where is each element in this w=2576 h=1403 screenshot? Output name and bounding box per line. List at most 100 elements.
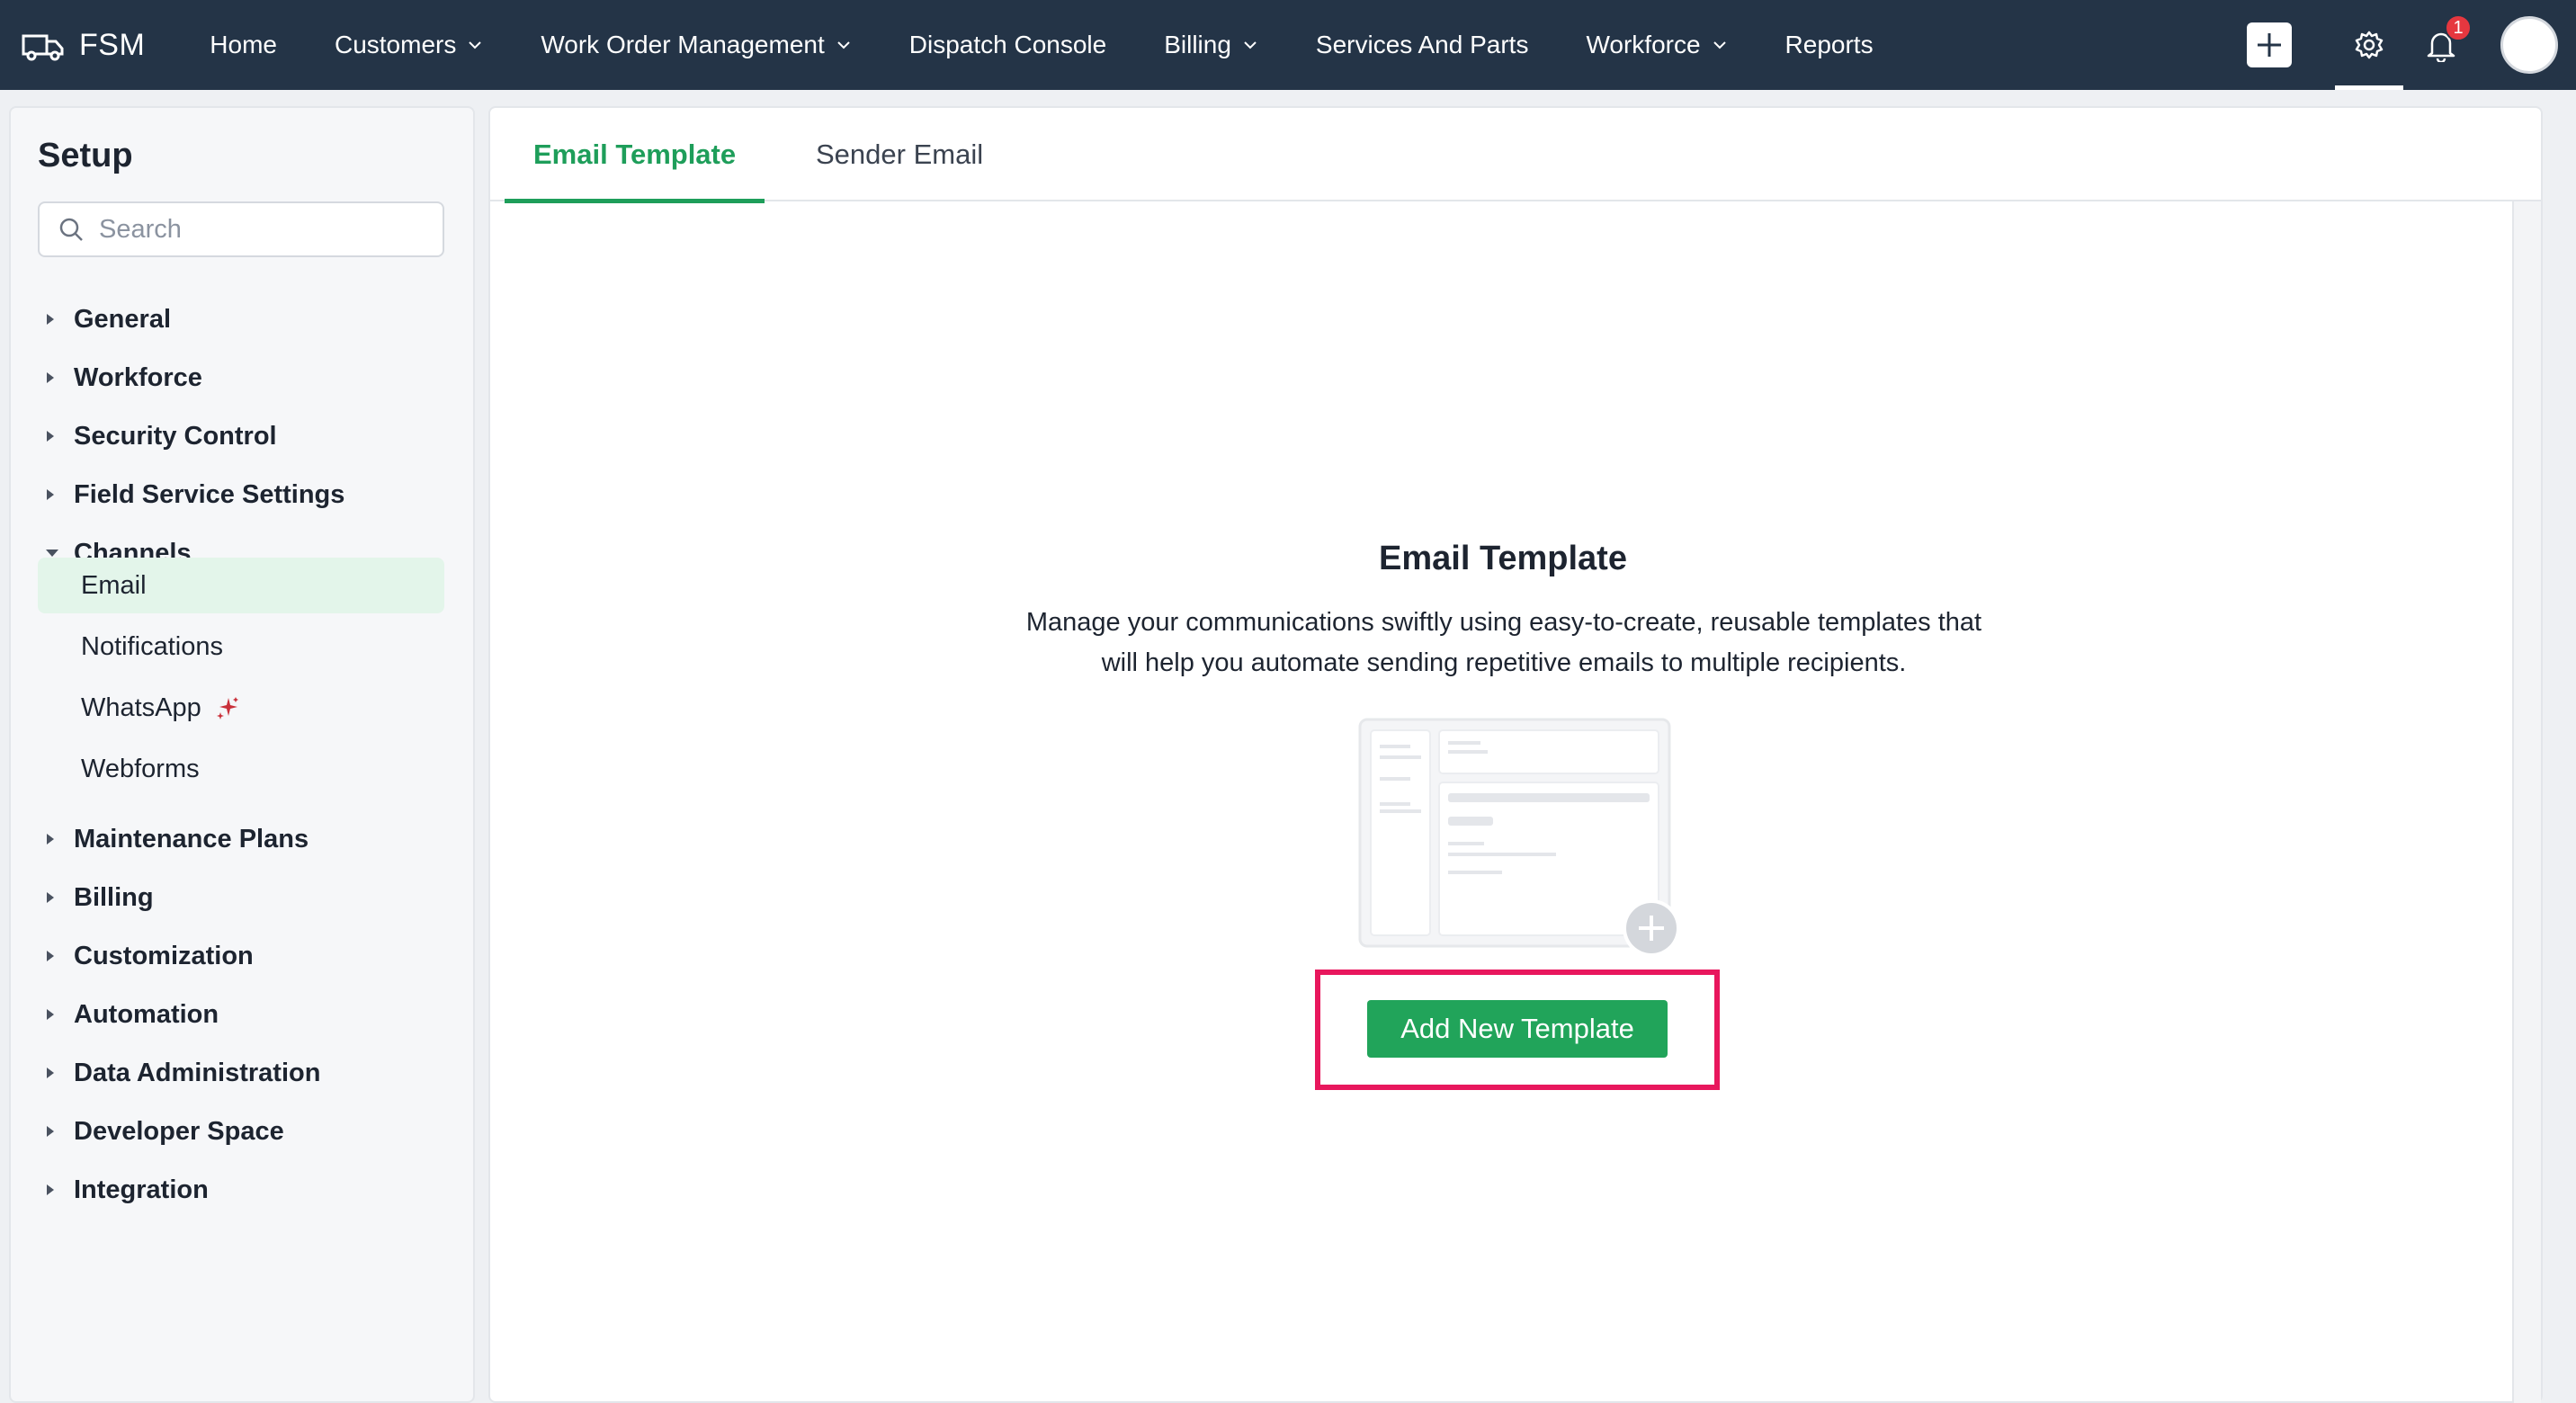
sidebar-group-maintenance-plans[interactable]: Maintenance Plans	[38, 812, 444, 866]
caret-right-icon	[47, 1009, 54, 1020]
sidebar-group-field-service-settings[interactable]: Field Service Settings	[38, 468, 444, 522]
sidebar-group-security-control[interactable]: Security Control	[38, 409, 444, 463]
quick-create-button[interactable]	[2247, 22, 2292, 67]
settings-button[interactable]	[2333, 0, 2405, 90]
nav-item-label: Services And Parts	[1315, 31, 1529, 58]
sidebar-group-label: Automation	[74, 999, 219, 1029]
nav-item-work-order-management[interactable]: Work Order Management	[512, 0, 880, 90]
sidebar-item-email[interactable]: Email	[38, 558, 444, 613]
sidebar-group-label: General	[74, 304, 171, 334]
nav-item-billing[interactable]: Billing	[1135, 0, 1287, 90]
avatar[interactable]	[2500, 16, 2558, 74]
sidebar-group-label: Customization	[74, 941, 254, 970]
search-field[interactable]	[38, 201, 444, 257]
empty-state-title: Email Template	[1379, 540, 1627, 577]
caret-right-icon	[47, 431, 54, 442]
sidebar-item-label: WhatsApp	[81, 693, 201, 722]
brand-logo[interactable]: FSM	[20, 0, 145, 90]
caret-right-icon	[47, 489, 54, 500]
sidebar-group-label: Maintenance Plans	[74, 824, 309, 853]
nav-item-label: Work Order Management	[541, 31, 825, 58]
sidebar-group-label: Field Service Settings	[74, 479, 345, 509]
chevron-down-icon	[837, 41, 850, 49]
sidebar-group-general[interactable]: General	[38, 292, 444, 346]
caret-wrapper	[38, 950, 74, 962]
sidebar-group-label: Security Control	[74, 421, 277, 451]
sidebar-title: Setup	[38, 137, 133, 174]
tab-sender-email[interactable]: Sender Email	[816, 108, 983, 201]
search-icon	[59, 218, 83, 241]
sidebar-group-label: Developer Space	[74, 1116, 284, 1146]
sidebar-group-label: Data Administration	[74, 1058, 321, 1087]
nav-item-label: Billing	[1164, 31, 1231, 58]
brand-name: FSM	[79, 27, 146, 62]
empty-state-description: Manage your communications swiftly using…	[994, 603, 2014, 684]
notification-badge: 1	[2445, 14, 2472, 41]
add-new-template-button[interactable]: Add New Template	[1367, 1000, 1668, 1058]
sidebar-group-developer-space[interactable]: Developer Space	[38, 1104, 444, 1158]
caret-right-icon	[47, 1068, 54, 1078]
sidebar-group-billing[interactable]: Billing	[38, 871, 444, 925]
sidebar-group-customization[interactable]: Customization	[38, 929, 444, 983]
plus-icon	[2258, 33, 2281, 57]
caret-wrapper	[38, 1067, 74, 1079]
main-content: Email Template Sender Email Email Templa…	[488, 106, 2543, 1403]
nav-item-workforce[interactable]: Workforce	[1557, 0, 1756, 90]
caret-right-icon	[47, 372, 54, 383]
caret-right-icon	[47, 892, 54, 903]
empty-state-description-line-2: will help you automate sending repetitiv…	[1101, 648, 1907, 677]
sidebar-item-label: Email	[81, 570, 147, 600]
sidebar-item-label: Webforms	[81, 754, 200, 783]
sidebar-item-webforms[interactable]: Webforms	[38, 741, 444, 797]
gear-icon	[2355, 31, 2384, 59]
caret-right-icon	[47, 834, 54, 844]
caret-wrapper	[38, 1008, 74, 1021]
caret-wrapper	[38, 1184, 74, 1196]
nav-item-services-and-parts[interactable]: Services And Parts	[1287, 0, 1558, 90]
caret-right-icon	[47, 314, 54, 325]
top-actions: 1	[2247, 0, 2576, 90]
setup-sidebar: Setup General Workforce Security Control Fi…	[9, 106, 475, 1403]
chevron-down-icon	[1713, 41, 1726, 49]
sidebar-group-workforce[interactable]: Workforce	[38, 351, 444, 405]
notifications-button[interactable]: 1	[2405, 0, 2477, 90]
empty-state-description-line-1: Manage your communications swiftly using…	[1025, 608, 1982, 637]
sidebar-item-whatsapp[interactable]: WhatsApp	[38, 680, 444, 736]
main-nav: Home Customers Work Order Management Dispat…	[181, 0, 1901, 90]
sidebar-group-label: Workforce	[74, 362, 202, 392]
sidebar-group-data-administration[interactable]: Data Administration	[38, 1046, 444, 1100]
nav-item-label: Home	[210, 31, 277, 58]
sidebar-group-integration[interactable]: Integration	[38, 1163, 444, 1217]
caret-right-icon	[47, 951, 54, 961]
caret-right-icon	[47, 1126, 54, 1137]
nav-item-label: Reports	[1784, 31, 1874, 58]
scrollbar[interactable]	[2512, 201, 2541, 1403]
template-illustration	[1358, 718, 1680, 957]
search-input[interactable]	[99, 214, 441, 245]
sidebar-group-label: Integration	[74, 1175, 209, 1204]
top-navigation-bar: FSM Home Customers Work Order Management Di…	[0, 0, 2576, 90]
chevron-down-icon	[1244, 41, 1257, 49]
nav-item-home[interactable]: Home	[181, 0, 306, 90]
nav-item-customers[interactable]: Customers	[306, 0, 512, 90]
caret-wrapper	[38, 1125, 74, 1138]
sidebar-item-notifications[interactable]: Notifications	[38, 619, 444, 675]
nav-item-reports[interactable]: Reports	[1757, 0, 1902, 90]
caret-wrapper	[38, 430, 74, 442]
caret-wrapper	[38, 833, 74, 845]
sidebar-group-label: Billing	[74, 882, 154, 912]
sidebar-group-automation[interactable]: Automation	[38, 987, 444, 1041]
caret-wrapper	[38, 371, 74, 384]
caret-wrapper	[38, 891, 74, 904]
chevron-down-icon	[469, 41, 482, 49]
sidebar-item-label: Notifications	[81, 631, 223, 661]
van-logo-icon	[22, 34, 64, 61]
new-feature-sparkle-icon	[216, 697, 238, 719]
nav-item-dispatch-console[interactable]: Dispatch Console	[881, 0, 1135, 90]
nav-item-label: Customers	[334, 31, 457, 58]
nav-item-label: Dispatch Console	[908, 31, 1107, 58]
caret-wrapper	[38, 313, 74, 326]
tab-email-template[interactable]: Email Template	[504, 108, 765, 203]
tab-bar: Email Template Sender Email	[490, 108, 2541, 203]
caret-wrapper	[38, 488, 74, 501]
